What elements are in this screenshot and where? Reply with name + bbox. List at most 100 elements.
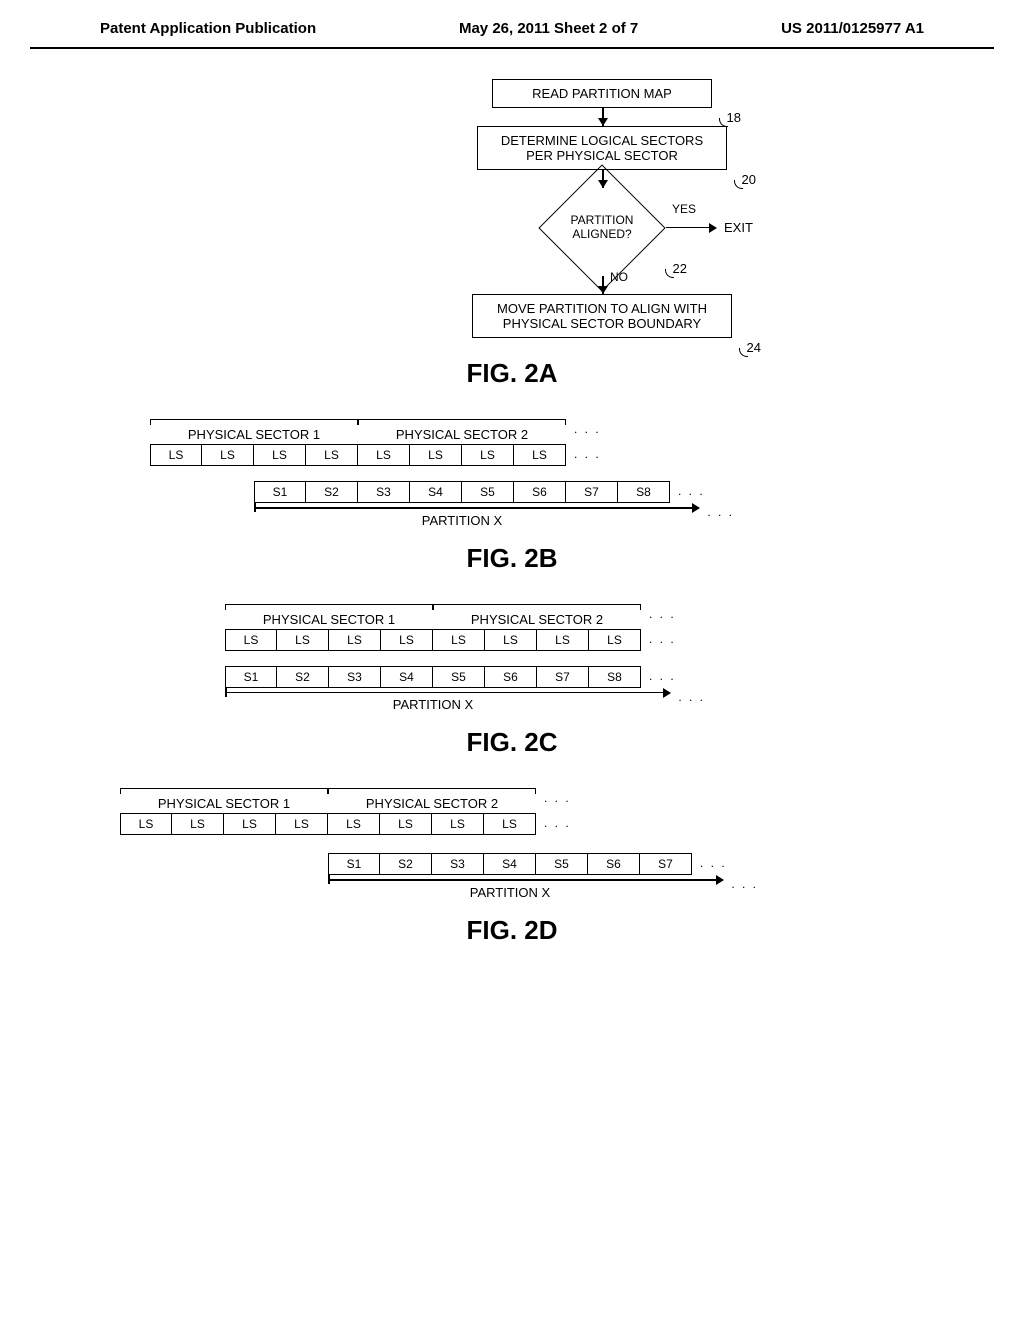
s-cell: S8 <box>618 481 670 503</box>
partition-arrow <box>254 507 699 509</box>
s-cell: S1 <box>254 481 306 503</box>
s-cell: S4 <box>410 481 462 503</box>
phys-sector-2: PHYSICAL SECTOR 2 <box>328 788 536 811</box>
ls-cell: LS <box>462 444 514 466</box>
phys-sector-1: PHYSICAL SECTOR 1 <box>150 419 358 442</box>
ls-cell: LS <box>276 813 328 835</box>
header-right: US 2011/0125977 A1 <box>781 20 924 37</box>
phys-labels-row: PHYSICAL SECTOR 1 PHYSICAL SECTOR 2 . . … <box>150 419 964 442</box>
fig-label-2b: FIG. 2B <box>60 543 964 574</box>
ls-cell: LS <box>306 444 358 466</box>
s-cell: S5 <box>536 853 588 875</box>
partition-arrow <box>225 692 670 694</box>
dots: . . . <box>536 813 579 835</box>
yes-label: YES <box>672 202 696 216</box>
ls-cell: LS <box>225 629 277 651</box>
ls-cell: LS <box>120 813 172 835</box>
ls-cell: LS <box>410 444 462 466</box>
dots: . . . <box>536 788 579 811</box>
ls-cell: LS <box>432 813 484 835</box>
partition-label: PARTITION X <box>225 697 641 712</box>
s-cell: S2 <box>277 666 329 688</box>
dots: . . . <box>641 604 684 627</box>
s-cell: S3 <box>432 853 484 875</box>
ls-cell: LS <box>329 629 381 651</box>
ls-cell: LS <box>254 444 306 466</box>
header-center: May 26, 2011 Sheet 2 of 7 <box>459 20 638 37</box>
page-content: READ PARTITION MAP 18 DETERMINE LOGICAL … <box>0 79 1024 946</box>
s-cell: S2 <box>306 481 358 503</box>
fig-label-2d: FIG. 2D <box>60 915 964 946</box>
dots: . . . <box>641 666 684 688</box>
phys-sector-1: PHYSICAL SECTOR 1 <box>120 788 328 811</box>
s-cell: S6 <box>485 666 537 688</box>
s-cell: S7 <box>537 666 589 688</box>
ls-cell: LS <box>358 444 410 466</box>
ls-cell: LS <box>484 813 536 835</box>
s-cell: S4 <box>484 853 536 875</box>
flow-decision-num: 22 <box>673 261 687 276</box>
yes-branch: YES EXIT <box>662 220 753 235</box>
dots: . . . <box>707 505 734 519</box>
phys-sector-1: PHYSICAL SECTOR 1 <box>225 604 433 627</box>
dots: . . . <box>692 853 735 875</box>
s-cell: S8 <box>589 666 641 688</box>
flow-step-move-l1: MOVE PARTITION TO ALIGN WITH <box>497 301 707 316</box>
ls-cell: LS <box>150 444 202 466</box>
no-label: NO <box>610 270 628 284</box>
dots: . . . <box>670 481 713 503</box>
fig-label-2c: FIG. 2C <box>60 727 964 758</box>
flowchart-2a: READ PARTITION MAP 18 DETERMINE LOGICAL … <box>240 79 964 338</box>
flow-step-determine-num: 20 <box>742 172 756 187</box>
arrow-right-icon <box>666 227 716 229</box>
diagram-2b: PHYSICAL SECTOR 1 PHYSICAL SECTOR 2 . . … <box>150 419 964 528</box>
flow-step-move-l2: PHYSICAL SECTOR BOUNDARY <box>503 316 701 331</box>
flow-step-move-num: 24 <box>747 340 761 355</box>
diagram-2c: PHYSICAL SECTOR 1 PHYSICAL SECTOR 2 . . … <box>225 604 964 713</box>
ls-cell: LS <box>277 629 329 651</box>
ls-cell: LS <box>202 444 254 466</box>
phys-labels-row: PHYSICAL SECTOR 1 PHYSICAL SECTOR 2 . . … <box>225 604 964 627</box>
ls-cell: LS <box>172 813 224 835</box>
flow-step-move: MOVE PARTITION TO ALIGN WITH PHYSICAL SE… <box>472 294 732 338</box>
header-left: Patent Application Publication <box>100 20 316 37</box>
s-cell: S1 <box>225 666 277 688</box>
ls-row: LS LS LS LS LS LS LS LS . . . <box>120 813 964 835</box>
phys-labels-row: PHYSICAL SECTOR 1 PHYSICAL SECTOR 2 . . … <box>120 788 964 811</box>
flow-step-read-text: READ PARTITION MAP <box>532 86 672 101</box>
dots: . . . <box>566 444 609 466</box>
s-cell: S6 <box>514 481 566 503</box>
s-cell: S4 <box>381 666 433 688</box>
s-row: S1 S2 S3 S4 S5 S6 S7 . . . <box>328 853 964 875</box>
flow-decision-text: PARTITION ALIGNED? <box>532 213 672 241</box>
dots: . . . <box>678 690 705 704</box>
ls-cell: LS <box>380 813 432 835</box>
s-cell: S5 <box>462 481 514 503</box>
dots: . . . <box>566 419 609 442</box>
s-cell: S5 <box>433 666 485 688</box>
header-divider <box>30 47 994 49</box>
s-cell: S3 <box>358 481 410 503</box>
ls-cell: LS <box>537 629 589 651</box>
dots: . . . <box>731 877 758 891</box>
ls-cell: LS <box>381 629 433 651</box>
flow-decision: PARTITION ALIGNED? 22 YES EXIT NO <box>532 188 672 268</box>
ls-cell: LS <box>589 629 641 651</box>
dots: . . . <box>641 629 684 651</box>
ls-cell: LS <box>485 629 537 651</box>
ls-row: LS LS LS LS LS LS LS LS . . . <box>150 444 964 466</box>
partition-label: PARTITION X <box>328 885 692 900</box>
ls-cell: LS <box>328 813 380 835</box>
partition-label: PARTITION X <box>254 513 670 528</box>
ls-cell: LS <box>224 813 276 835</box>
s-cell: S7 <box>640 853 692 875</box>
ls-cell: LS <box>514 444 566 466</box>
ls-cell: LS <box>433 629 485 651</box>
flow-step-read: READ PARTITION MAP 18 <box>492 79 712 108</box>
s-cell: S3 <box>329 666 381 688</box>
s-cell: S6 <box>588 853 640 875</box>
phys-sector-2: PHYSICAL SECTOR 2 <box>433 604 641 627</box>
flow-step-read-num: 18 <box>727 110 741 125</box>
s-cell: S7 <box>566 481 618 503</box>
s-row: S1 S2 S3 S4 S5 S6 S7 S8 . . . <box>254 481 964 503</box>
